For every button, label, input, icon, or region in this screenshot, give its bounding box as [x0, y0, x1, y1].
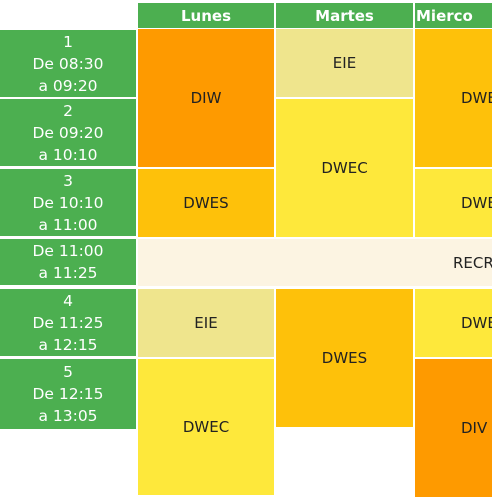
period-start: De 08:30: [32, 54, 104, 73]
period-end: a 11:25: [38, 264, 98, 282]
recreo-label: RECR: [453, 253, 492, 272]
corner-cell: [0, 0, 136, 28]
subject-miercoles-3: DWE: [415, 169, 492, 237]
subject-lunes-dwes: DWES: [138, 169, 274, 237]
period-start: De 11:00: [32, 242, 104, 260]
period-end: a 10:10: [38, 145, 98, 164]
subject-martes-dwec: DWEC: [276, 99, 413, 237]
subject-lunes-eie: EIE: [138, 289, 274, 357]
period-break: De 11:00 a 11:25: [0, 239, 136, 285]
subject-martes-eie: EIE: [276, 29, 413, 97]
period-start: De 12:15: [32, 385, 104, 403]
period-number: 3: [63, 171, 73, 190]
subject-lunes-diw: DIW: [138, 29, 274, 167]
recreo-band: RECR: [138, 239, 492, 286]
period-number: 1: [63, 32, 73, 51]
period-start: De 10:10: [32, 193, 104, 212]
period-number: 4: [63, 291, 73, 310]
header-martes: Martes: [276, 3, 413, 28]
subject-miercoles-4: DWE: [415, 289, 492, 357]
header-lunes: Lunes: [138, 3, 274, 28]
period-start: De 11:25: [32, 313, 104, 332]
subject-miercoles-1: DWE: [415, 29, 492, 167]
subject-lunes-dwec: DWEC: [138, 359, 274, 495]
period-end: a 13:05: [38, 407, 98, 425]
period-1: 1 De 08:30 a 09:20: [0, 30, 136, 97]
period-3: 3 De 10:10 a 11:00: [0, 169, 136, 236]
subject-miercoles-5: DIV: [415, 359, 492, 497]
period-start: De 09:20: [32, 123, 104, 142]
period-number: 5: [63, 363, 73, 381]
period-2: 2 De 09:20 a 10:10: [0, 99, 136, 166]
period-end: a 12:15: [38, 335, 98, 354]
period-end: a 09:20: [38, 76, 98, 95]
period-5: 5 De 12:15 a 13:05: [0, 359, 136, 429]
period-end: a 11:00: [38, 215, 98, 234]
subject-martes-dwes: DWES: [276, 289, 413, 427]
header-miercoles: Mierco: [415, 3, 492, 28]
period-4: 4 De 11:25 a 12:15: [0, 289, 136, 356]
period-number: 2: [63, 101, 73, 120]
